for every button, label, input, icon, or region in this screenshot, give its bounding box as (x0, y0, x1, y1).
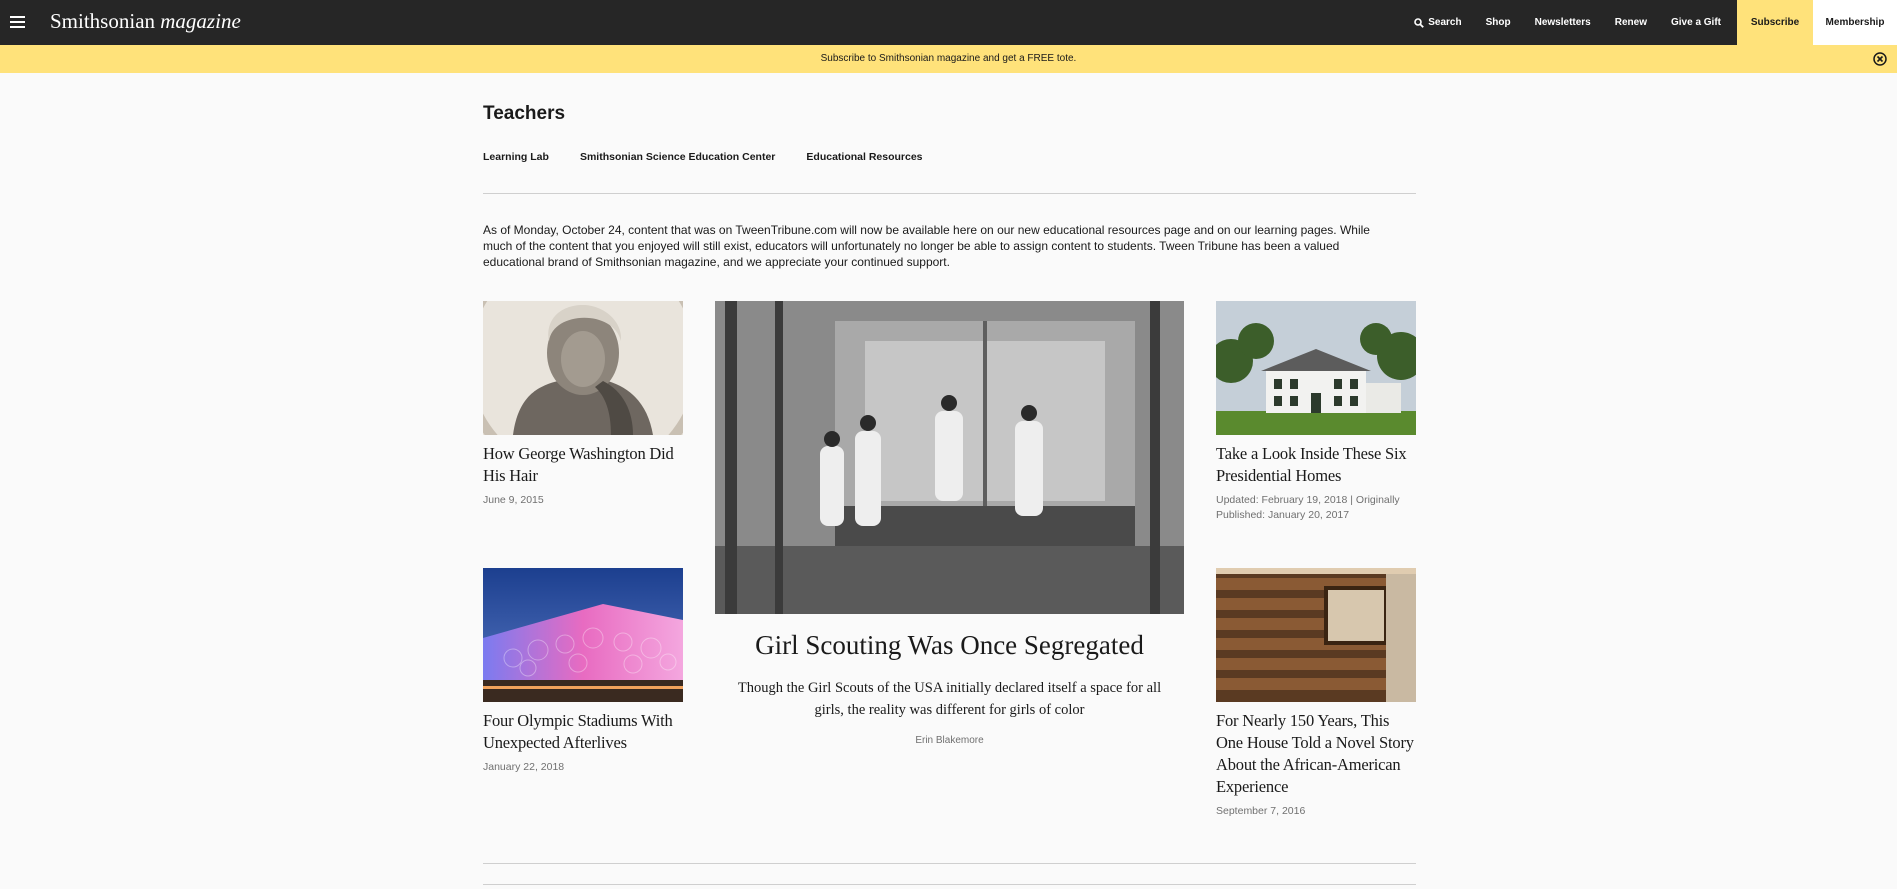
article-card: Take a Look Inside These Six Presidentia… (1216, 301, 1416, 523)
intro-paragraph: As of Monday, October 24, content that w… (483, 223, 1370, 269)
subnav-educational-resources[interactable]: Educational Resources (806, 151, 922, 163)
article-thumbnail-washington[interactable] (483, 301, 683, 435)
logo-wordmark: Smithsonian (50, 9, 156, 33)
article-date: Updated: February 19, 2018 | Originally … (1216, 494, 1400, 521)
nav-shop-link[interactable]: Shop (1474, 0, 1523, 45)
page-title: Teachers (483, 103, 566, 124)
article-card: How George Washington Did His Hair June … (483, 301, 683, 508)
search-icon (1414, 17, 1425, 28)
featured-article-image[interactable] (715, 301, 1184, 614)
subscribe-button[interactable]: Subscribe (1737, 0, 1813, 45)
article-title[interactable]: How George Washington Did His Hair (483, 443, 683, 487)
article-thumbnail-water-cube[interactable] (483, 568, 683, 702)
featured-article-author[interactable]: Erin Blakemore (715, 735, 1184, 746)
section-subnav: Learning Lab Smithsonian Science Educati… (483, 151, 954, 163)
featured-article-dek: Though the Girl Scouts of the USA initia… (737, 680, 1162, 718)
nav-give-gift-link[interactable]: Give a Gift (1659, 0, 1733, 45)
utility-nav: Search Shop Newsletters Renew Give a Gif… (1402, 0, 1897, 45)
logo-magazine: magazine (160, 9, 241, 33)
membership-button[interactable]: Membership (1813, 0, 1897, 45)
promo-text[interactable]: Subscribe to Smithsonian magazine and ge… (821, 53, 1077, 64)
subnav-learning-lab[interactable]: Learning Lab (483, 151, 549, 163)
promo-banner: Subscribe to Smithsonian magazine and ge… (0, 45, 1897, 73)
divider (483, 193, 1416, 194)
close-circle-icon[interactable] (1873, 52, 1887, 66)
article-card: Four Olympic Stadiums With Unexpected Af… (483, 568, 683, 775)
top-navigation-bar: Smithsonian magazine Search Shop Newslet… (0, 0, 1897, 45)
nav-renew-link[interactable]: Renew (1603, 0, 1659, 45)
divider (483, 863, 1416, 864)
subnav-science-education-center[interactable]: Smithsonian Science Education Center (580, 151, 775, 163)
featured-article-title[interactable]: Girl Scouting Was Once Segregated (715, 628, 1184, 662)
article-date: June 9, 2015 (483, 494, 544, 506)
featured-article: Girl Scouting Was Once Segregated Though… (715, 301, 1184, 746)
article-thumbnail-log-house[interactable] (1216, 568, 1416, 702)
article-title[interactable]: Four Olympic Stadiums With Unexpected Af… (483, 710, 683, 754)
article-date: January 22, 2018 (483, 761, 565, 773)
article-thumbnail-presidential-home[interactable] (1216, 301, 1416, 435)
search-button[interactable]: Search (1402, 0, 1473, 45)
article-card: For Nearly 150 Years, This One House Tol… (1216, 568, 1416, 819)
divider (483, 884, 1416, 885)
site-logo[interactable]: Smithsonian magazine (50, 9, 241, 34)
hamburger-icon[interactable] (10, 16, 25, 28)
article-title[interactable]: For Nearly 150 Years, This One House Tol… (1216, 710, 1416, 798)
search-label: Search (1428, 17, 1462, 28)
nav-newsletters-link[interactable]: Newsletters (1523, 0, 1603, 45)
article-date: September 7, 2016 (1216, 805, 1306, 817)
article-title[interactable]: Take a Look Inside These Six Presidentia… (1216, 443, 1416, 487)
